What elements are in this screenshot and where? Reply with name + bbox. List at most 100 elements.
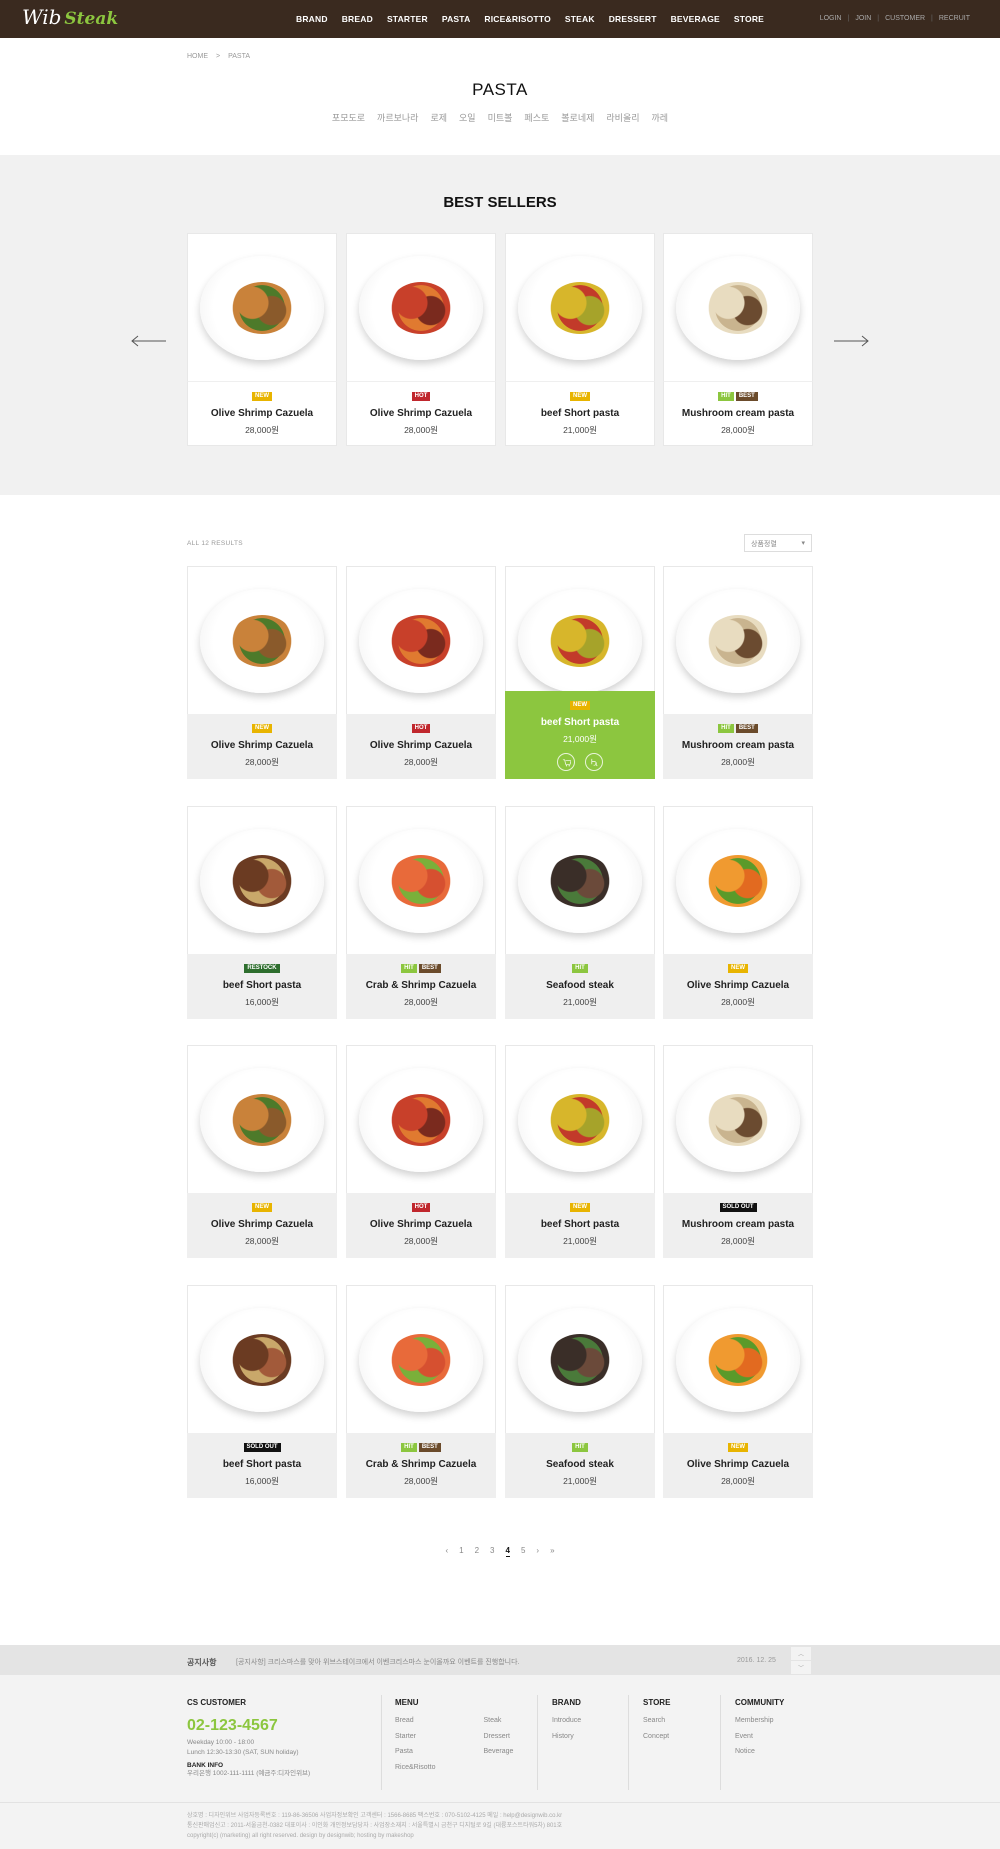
breadcrumb-current[interactable]: PASTA — [228, 53, 250, 60]
product-card[interactable]: HIT BEST Crab & Shrimp Cazuela 28,000원 — [346, 806, 496, 1019]
product-card[interactable]: SOLD OUT beef Short pasta 16,000원 — [187, 1285, 337, 1498]
join-link[interactable]: JOIN — [855, 15, 871, 22]
product-card[interactable]: NEW beef Short pasta 21,000원 — [505, 1045, 655, 1258]
subcat-pesto[interactable]: 페스토 — [524, 111, 549, 124]
nav-pasta[interactable]: PASTA — [442, 14, 471, 24]
product-card[interactable]: HIT BEST Mushroom cream pasta 28,000원 — [663, 566, 813, 779]
product-card[interactable]: HIT BEST Crab & Shrimp Cazuela 28,000원 — [346, 1285, 496, 1498]
product-name[interactable]: beef Short pasta — [505, 717, 655, 728]
product-image[interactable] — [663, 1285, 813, 1433]
footer-link-dessert[interactable]: Dressert — [483, 1729, 513, 1745]
product-card[interactable]: NEW Olive Shrimp Cazuela 28,000원 — [663, 1285, 813, 1498]
product-image[interactable] — [505, 233, 655, 381]
product-card[interactable]: NEW beef Short pasta 21,000원 — [505, 233, 655, 446]
product-card[interactable]: NEW Olive Shrimp Cazuela 28,000원 — [187, 566, 337, 779]
footer-link-event[interactable]: Event — [735, 1729, 784, 1745]
product-image[interactable] — [346, 566, 496, 714]
footer-link-membership[interactable]: Membership — [735, 1713, 784, 1729]
product-name[interactable]: Crab & Shrimp Cazuela — [346, 980, 496, 991]
product-name[interactable]: beef Short pasta — [187, 980, 337, 991]
subcat-pomodoro[interactable]: 포모도로 — [332, 111, 365, 124]
page-4-current[interactable]: 4 — [505, 1546, 510, 1557]
product-card[interactable]: RESTOCK beef Short pasta 16,000원 — [187, 806, 337, 1019]
subcat-carbonara[interactable]: 까르보나라 — [377, 111, 418, 124]
product-image[interactable] — [346, 1045, 496, 1193]
product-name[interactable]: Mushroom cream pasta — [663, 740, 813, 751]
footer-link-steak[interactable]: Steak — [483, 1713, 513, 1729]
product-name[interactable]: Olive Shrimp Cazuela — [346, 740, 496, 751]
product-name[interactable]: beef Short pasta — [506, 408, 654, 419]
product-name[interactable]: Olive Shrimp Cazuela — [187, 740, 337, 751]
footer-link-beverage[interactable]: Beverage — [483, 1744, 513, 1760]
product-image[interactable] — [187, 233, 337, 381]
product-card[interactable]: NEW beef Short pasta 21,000원 — [505, 566, 655, 779]
page-5[interactable]: 5 — [521, 1546, 525, 1557]
footer-link-pasta[interactable]: Pasta — [395, 1744, 435, 1760]
last-page-icon[interactable]: » — [550, 1546, 554, 1557]
slider-prev-arrow-icon[interactable] — [131, 335, 167, 347]
subcat-ravioli[interactable]: 라비올리 — [606, 111, 639, 124]
product-name[interactable]: beef Short pasta — [505, 1219, 655, 1230]
nav-brand[interactable]: BRAND — [296, 14, 328, 24]
product-image[interactable] — [663, 806, 813, 954]
product-image[interactable] — [663, 1045, 813, 1193]
nav-rice-risotto[interactable]: RICE&RISOTTO — [484, 14, 550, 24]
product-card[interactable]: NEW Olive Shrimp Cazuela 28,000원 — [187, 1045, 337, 1258]
next-page-icon[interactable]: › — [536, 1546, 539, 1557]
wishlist-icon[interactable] — [585, 753, 603, 771]
footer-link-introduce[interactable]: Introduce — [552, 1713, 581, 1729]
product-card[interactable]: HOT Olive Shrimp Cazuela 28,000원 — [346, 1045, 496, 1258]
footer-link-starter[interactable]: Starter — [395, 1729, 435, 1745]
notice-text[interactable]: [공지사항] 크리스마스를 맞아 위브스테이크에서 이벤크리스마스 눈이올까요 … — [236, 1657, 520, 1667]
subcat-meatball[interactable]: 미트볼 — [488, 111, 513, 124]
product-card[interactable]: HIT Seafood steak 21,000원 — [505, 1285, 655, 1498]
notice-up-icon[interactable]: ︿ — [791, 1647, 811, 1660]
product-card[interactable]: SOLD OUT Mushroom cream pasta 28,000원 — [663, 1045, 813, 1258]
nav-bread[interactable]: BREAD — [342, 14, 373, 24]
cart-icon[interactable] — [557, 753, 575, 771]
footer-link-bread[interactable]: Bread — [395, 1713, 435, 1729]
slider-next-arrow-icon[interactable] — [833, 335, 869, 347]
nav-starter[interactable]: STARTER — [387, 14, 428, 24]
product-image[interactable] — [663, 233, 813, 381]
product-card[interactable]: NEW Olive Shrimp Cazuela 28,000원 — [663, 806, 813, 1019]
product-name[interactable]: Olive Shrimp Cazuela — [663, 1459, 813, 1470]
subcat-rose[interactable]: 로제 — [430, 111, 447, 124]
nav-dessert[interactable]: DRESSERT — [609, 14, 657, 24]
footer-link-history[interactable]: History — [552, 1729, 581, 1745]
product-name[interactable]: Olive Shrimp Cazuela — [188, 408, 336, 419]
product-name[interactable]: Mushroom cream pasta — [664, 408, 812, 419]
product-image[interactable] — [187, 566, 337, 714]
footer-link-notice[interactable]: Notice — [735, 1744, 784, 1760]
nav-beverage[interactable]: BEVERAGE — [671, 14, 720, 24]
product-name[interactable]: Crab & Shrimp Cazuela — [346, 1459, 496, 1470]
page-2[interactable]: 2 — [475, 1546, 479, 1557]
breadcrumb-home[interactable]: HOME — [187, 53, 208, 60]
product-image[interactable] — [505, 1285, 655, 1433]
product-name[interactable]: beef Short pasta — [187, 1459, 337, 1470]
product-name[interactable]: Olive Shrimp Cazuela — [347, 408, 495, 419]
product-card[interactable]: HIT BEST Mushroom cream pasta 28,000원 — [663, 233, 813, 446]
footer-link-concept[interactable]: Concept — [643, 1729, 670, 1745]
product-name[interactable]: Olive Shrimp Cazuela — [663, 980, 813, 991]
recruit-link[interactable]: RECRUIT — [939, 15, 970, 22]
login-link[interactable]: LOGIN — [820, 15, 842, 22]
product-image[interactable] — [187, 1285, 337, 1433]
nav-steak[interactable]: STEAK — [565, 14, 595, 24]
prev-page-icon[interactable]: ‹ — [445, 1546, 448, 1557]
footer-link-rice-risotto[interactable]: Rice&Risotto — [395, 1760, 435, 1776]
footer-link-search[interactable]: Search — [643, 1713, 670, 1729]
product-card[interactable]: HOT Olive Shrimp Cazuela 28,000원 — [346, 233, 496, 446]
product-name[interactable]: Mushroom cream pasta — [663, 1219, 813, 1230]
nav-store[interactable]: STORE — [734, 14, 764, 24]
notice-down-icon[interactable]: ﹀ — [791, 1661, 811, 1674]
product-card[interactable]: HOT Olive Shrimp Cazuela 28,000원 — [346, 566, 496, 779]
subcat-oil[interactable]: 오일 — [459, 111, 476, 124]
product-card[interactable]: NEW Olive Shrimp Cazuela 28,000원 — [187, 233, 337, 446]
product-image[interactable] — [346, 806, 496, 954]
product-image[interactable] — [187, 806, 337, 954]
product-name[interactable]: Olive Shrimp Cazuela — [346, 1219, 496, 1230]
subcat-bolognese[interactable]: 볼로네제 — [561, 111, 594, 124]
sort-select[interactable]: 상품정렬 ▾ — [744, 534, 812, 552]
product-card[interactable]: HIT Seafood steak 21,000원 — [505, 806, 655, 1019]
